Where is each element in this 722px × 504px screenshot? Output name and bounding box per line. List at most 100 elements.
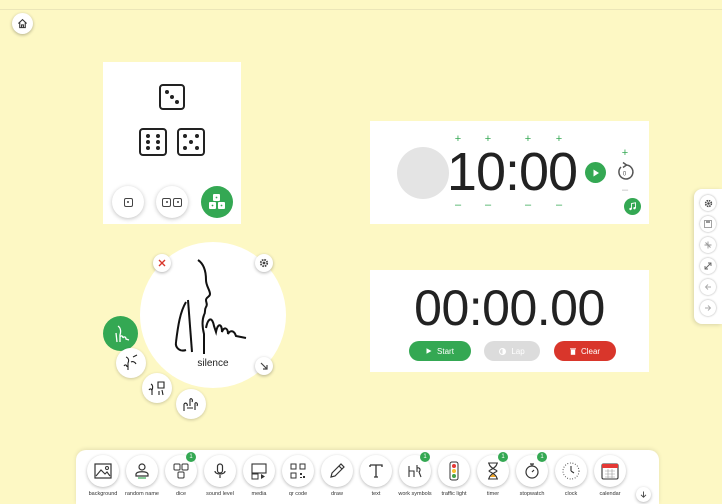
gear-icon bbox=[259, 258, 269, 268]
stopwatch-start-button[interactable]: Start bbox=[409, 341, 471, 361]
traffic-light-icon bbox=[449, 461, 459, 481]
sparkle-off-icon bbox=[704, 241, 712, 249]
timer-widget: + + + + 10:00 – – – – + 0 – bbox=[370, 121, 649, 224]
trash-icon bbox=[569, 347, 576, 355]
group-work-icon bbox=[183, 398, 198, 411]
lap-label: Lap bbox=[511, 346, 525, 356]
toolbar-scroll-down-button[interactable] bbox=[636, 487, 651, 502]
two-dice-button[interactable] bbox=[156, 186, 188, 218]
redo-button[interactable] bbox=[700, 300, 716, 316]
minutes-tens-decrement[interactable]: – bbox=[453, 200, 463, 211]
work-symbol-option-whisper[interactable] bbox=[116, 348, 146, 378]
music-note-icon bbox=[629, 202, 636, 211]
whisper-icon bbox=[123, 354, 138, 370]
toolbar-item-calendar[interactable]: calendar bbox=[587, 455, 633, 503]
right-toolbar bbox=[694, 189, 722, 324]
three-dice-button[interactable] bbox=[201, 186, 233, 218]
work-symbol-close-button[interactable] bbox=[153, 254, 171, 272]
home-icon bbox=[17, 18, 28, 29]
reset-decrement[interactable]: – bbox=[620, 185, 630, 196]
undo-button[interactable] bbox=[700, 279, 716, 295]
qr-code-button[interactable] bbox=[282, 455, 314, 487]
timer-play-button[interactable] bbox=[585, 162, 606, 183]
work-symbol-resize-handle[interactable] bbox=[255, 357, 273, 375]
die-icon bbox=[173, 197, 182, 207]
media-button[interactable] bbox=[243, 455, 275, 487]
ask-for-help-icon bbox=[148, 381, 165, 396]
calendar-icon bbox=[601, 463, 619, 480]
timer-progress-circle bbox=[397, 147, 449, 199]
lap-icon bbox=[499, 347, 507, 355]
text-icon bbox=[369, 464, 383, 478]
text-button[interactable] bbox=[360, 455, 392, 487]
top-divider bbox=[0, 9, 722, 10]
arrow-down-icon bbox=[640, 491, 647, 498]
microphone-icon bbox=[214, 463, 226, 478]
arrow-left-icon bbox=[704, 284, 711, 290]
work-symbols-icon bbox=[408, 465, 422, 478]
background-button[interactable] bbox=[87, 455, 119, 487]
toolbar-item-label: calendar bbox=[599, 491, 621, 497]
stopwatch-badge: 1 bbox=[537, 452, 547, 462]
die-bottom-right bbox=[177, 128, 205, 156]
seconds-tens-decrement[interactable]: – bbox=[523, 200, 533, 211]
stopwatch-clear-button[interactable]: Clear bbox=[554, 341, 616, 361]
fullscreen-button[interactable] bbox=[700, 258, 716, 274]
clear-board-button[interactable] bbox=[700, 237, 716, 253]
seconds-ones-decrement[interactable]: – bbox=[554, 200, 564, 211]
hourglass-icon bbox=[488, 462, 498, 480]
qr-code-icon bbox=[290, 463, 306, 479]
stopwatch-display: 00:00.00 bbox=[414, 280, 605, 336]
arrow-right-icon bbox=[705, 305, 712, 311]
timer-display: 10:00 bbox=[446, 142, 578, 202]
save-icon bbox=[704, 220, 712, 228]
work-symbols-badge: 1 bbox=[420, 452, 430, 462]
reset-icon: 0 bbox=[618, 161, 634, 180]
home-button[interactable] bbox=[12, 13, 33, 34]
settings-button[interactable] bbox=[700, 195, 716, 211]
work-symbol-settings-button[interactable] bbox=[255, 254, 273, 272]
clear-label: Clear bbox=[580, 346, 601, 356]
expand-icon bbox=[704, 262, 712, 270]
traffic-light-button[interactable] bbox=[438, 455, 470, 487]
play-icon bbox=[426, 348, 432, 354]
die-top bbox=[159, 84, 185, 110]
silence-icon bbox=[114, 324, 129, 342]
work-symbol-option-group-work[interactable] bbox=[176, 389, 206, 419]
three-dice-icon bbox=[209, 194, 225, 209]
stopwatch-icon bbox=[525, 463, 539, 479]
timer-reset-button[interactable]: 0 bbox=[615, 161, 635, 183]
timer-sound-button[interactable] bbox=[624, 198, 641, 215]
stopwatch-lap-button[interactable]: Lap bbox=[484, 341, 540, 361]
dice-icon bbox=[173, 463, 189, 479]
gear-icon bbox=[704, 199, 712, 207]
dice-badge: 1 bbox=[186, 452, 196, 462]
media-icon bbox=[251, 463, 267, 480]
dice-widget bbox=[103, 62, 241, 224]
random-name-button[interactable] bbox=[126, 455, 158, 487]
reset-increment[interactable]: + bbox=[620, 148, 630, 159]
close-icon bbox=[158, 259, 166, 267]
die-icon bbox=[123, 197, 133, 207]
resize-arrow-icon bbox=[260, 362, 268, 370]
clock-icon bbox=[562, 462, 580, 480]
work-symbol-option-ask-for-help[interactable] bbox=[142, 373, 172, 403]
play-icon bbox=[593, 169, 599, 176]
calendar-button[interactable] bbox=[594, 455, 626, 487]
reset-count: 0 bbox=[623, 172, 627, 178]
minutes-ones-decrement[interactable]: – bbox=[483, 200, 493, 211]
sound-level-button[interactable] bbox=[204, 455, 236, 487]
work-symbol-option-silence[interactable] bbox=[103, 316, 138, 351]
clock-button[interactable] bbox=[555, 455, 587, 487]
stopwatch-widget: 00:00.00 Start Lap Clear bbox=[370, 270, 649, 372]
timer-badge: 1 bbox=[498, 452, 508, 462]
save-button[interactable] bbox=[700, 216, 716, 232]
die-icon bbox=[162, 197, 171, 207]
work-symbol-label: silence bbox=[197, 358, 229, 369]
draw-button[interactable] bbox=[321, 455, 353, 487]
widget-toolbar: background random name 1 dice sound leve… bbox=[76, 450, 659, 504]
person-shuffle-icon bbox=[135, 463, 149, 479]
pencil-icon bbox=[330, 463, 345, 478]
one-die-button[interactable] bbox=[112, 186, 144, 218]
die-bottom-left bbox=[139, 128, 167, 156]
